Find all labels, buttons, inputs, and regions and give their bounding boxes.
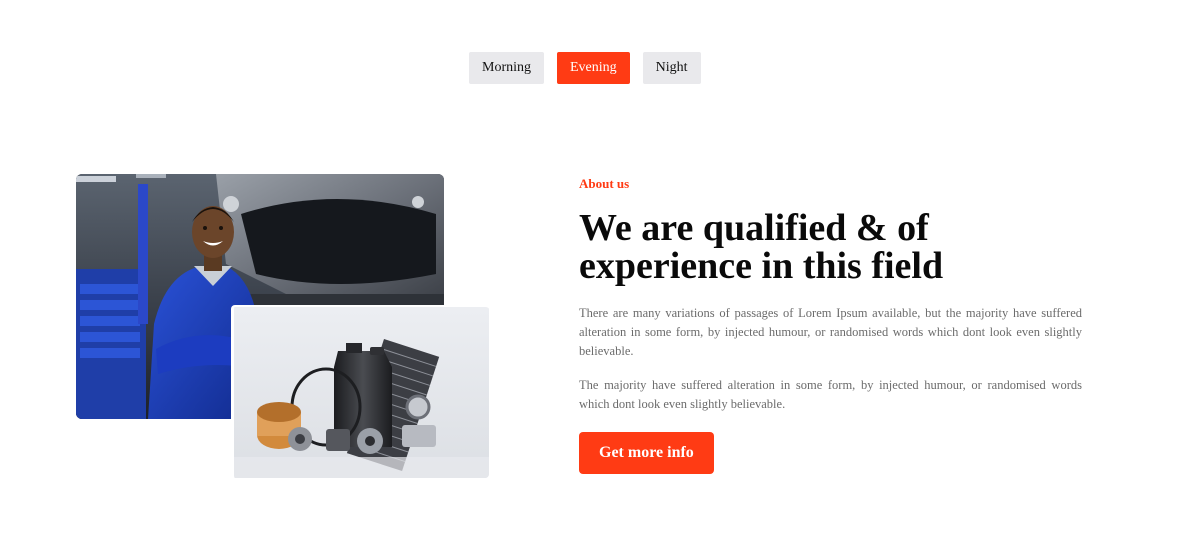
about-paragraph-1: There are many variations of passages of… bbox=[579, 306, 1082, 358]
time-tabs: Morning Evening Night bbox=[469, 52, 701, 84]
auto-parts-photo bbox=[231, 305, 489, 478]
tab-evening[interactable]: Evening bbox=[557, 52, 630, 84]
section-headline: We are qualified & of experience in this… bbox=[579, 207, 944, 287]
about-section: Morning Evening Night About us We are qu… bbox=[0, 0, 1193, 541]
tab-morning[interactable]: Morning bbox=[469, 52, 544, 84]
section-eyebrow: About us bbox=[579, 176, 630, 191]
get-more-info-button[interactable]: Get more info bbox=[579, 432, 714, 474]
about-paragraph-2: The majority have suffered alteration in… bbox=[579, 378, 1082, 411]
tab-night[interactable]: Night bbox=[642, 52, 701, 84]
about-content: About us We are qualified & of experienc… bbox=[579, 174, 1082, 474]
